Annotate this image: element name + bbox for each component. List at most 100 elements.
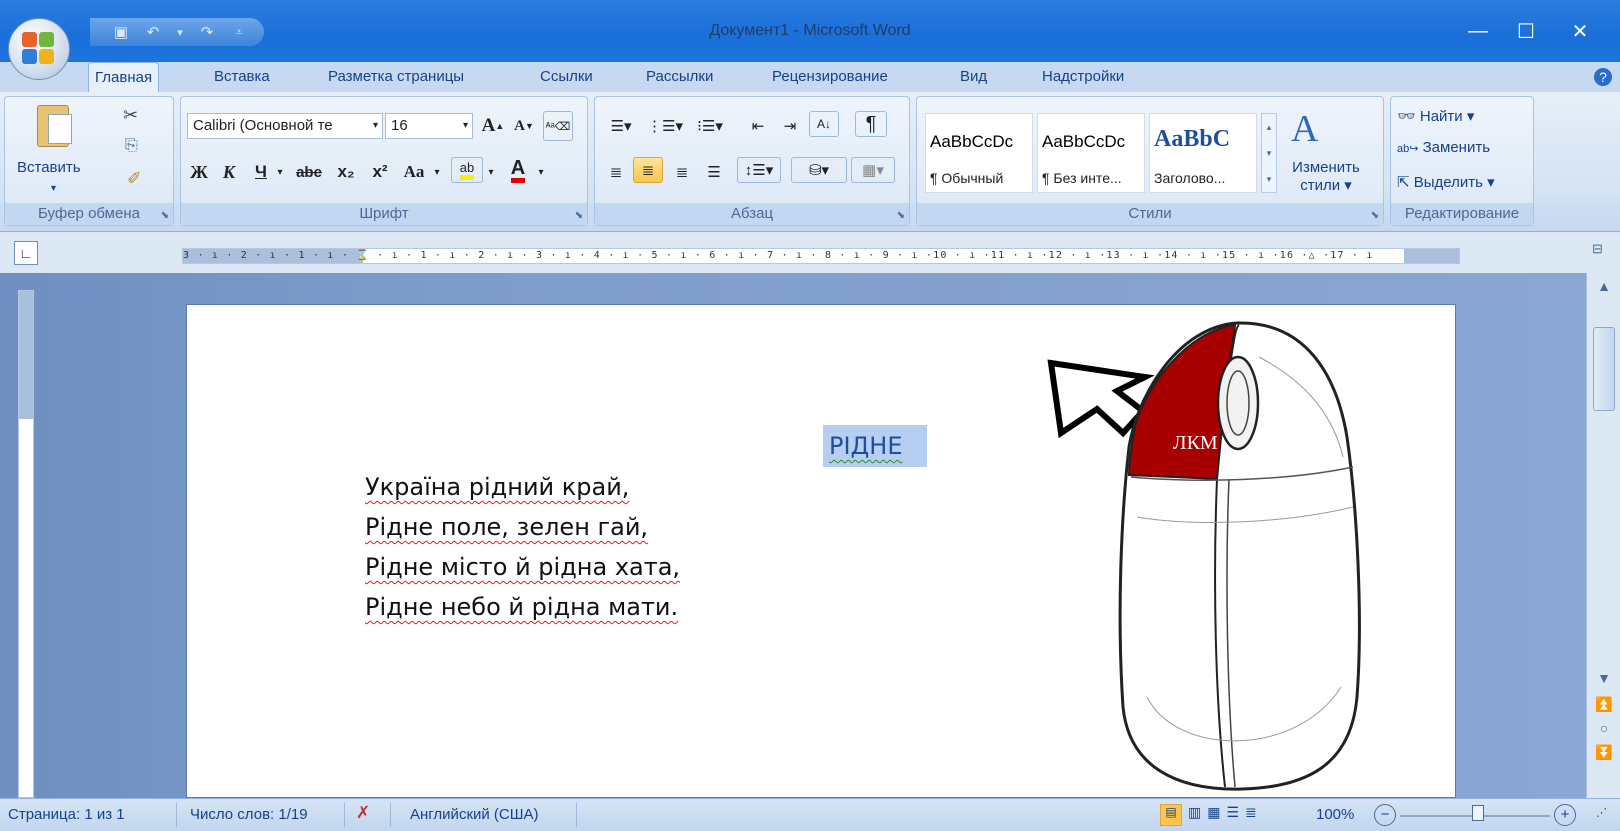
line-spacing-button[interactable]: ↕☰▾ [737, 157, 781, 183]
italic-button[interactable]: К [217, 159, 241, 185]
proofing-icon[interactable]: ✗ [356, 803, 370, 823]
select-button[interactable]: ⇱ Выделить ▾ [1397, 173, 1495, 191]
shading-button[interactable]: ⛁▾ [791, 157, 847, 183]
sort-button[interactable]: A↓ [809, 111, 839, 137]
superscript-button[interactable]: x² [365, 159, 395, 185]
help-icon[interactable]: ? [1588, 62, 1618, 92]
tab-mailings[interactable]: Рассылки [640, 62, 719, 92]
style-heading-1[interactable]: AaBbC Заголово... [1149, 113, 1257, 193]
poem-heading-selected[interactable]: РІДНЕ [823, 425, 927, 467]
tab-selector-button[interactable]: ∟ [14, 241, 38, 265]
tab-references[interactable]: Ссылки [534, 62, 599, 92]
paste-button[interactable]: Вставить ▾ [17, 105, 81, 197]
next-page-icon[interactable]: ⏬ [1591, 741, 1617, 763]
full-screen-reading-icon[interactable]: ▥ [1188, 804, 1201, 826]
dialog-launcher-icon[interactable]: ⬊ [575, 210, 583, 221]
poem-line[interactable]: Рідне поле, зелен гай, [365, 513, 648, 541]
bullets-button[interactable]: ☰▾ [601, 113, 641, 139]
font-size-combo[interactable]: 16 ▾ [385, 113, 473, 139]
style-normal[interactable]: AaBbCcDc ¶ Обычный [925, 113, 1033, 193]
chevron-down-icon: ▾ [462, 120, 468, 131]
borders-button[interactable]: ▦▾ [851, 157, 895, 183]
align-center-button[interactable]: ≣ [633, 157, 663, 183]
tab-view[interactable]: Вид [954, 62, 993, 92]
clear-formatting-button[interactable]: ᴬᵃ⌫ [543, 111, 573, 141]
decrease-indent-button[interactable]: ⇤ [743, 113, 773, 139]
poem-line[interactable]: Рідне місто й рідна хата, [365, 553, 680, 581]
change-styles-button[interactable]: Изменить стили ▾ [1281, 159, 1371, 195]
numbering-button[interactable]: ⋮☰▾ [645, 113, 685, 139]
language[interactable]: Английский (США) [410, 806, 539, 823]
highlight-button[interactable]: ab [451, 157, 483, 183]
draft-icon[interactable]: ≣ [1245, 804, 1257, 826]
document-page[interactable]: РІДНЕ Україна рідний край, Рідне поле, з… [186, 304, 1456, 798]
scroll-thumb[interactable] [1593, 327, 1615, 411]
zoom-level[interactable]: 100% [1316, 806, 1354, 823]
copy-icon[interactable]: ⎘ [125, 137, 138, 155]
scroll-down-icon[interactable]: ▼ [1591, 667, 1617, 689]
align-right-button[interactable]: ≣ [667, 159, 697, 185]
poem-line[interactable]: Рідне небо й рідна мати. [365, 593, 678, 621]
find-button[interactable]: 👓 Найти ▾ [1397, 107, 1474, 125]
align-left-button[interactable]: ≣ [601, 159, 631, 185]
shrink-font-button[interactable]: A ▼ [511, 113, 537, 139]
font-color-dropdown-icon[interactable]: ▾ [535, 159, 547, 185]
close-button[interactable]: ✕ [1560, 14, 1600, 48]
highlight-dropdown-icon[interactable]: ▾ [485, 159, 497, 185]
page-count[interactable]: Страница: 1 из 1 [8, 806, 125, 823]
tab-page-layout[interactable]: Разметка страницы [322, 62, 470, 92]
browse-object-icon[interactable]: ○ [1591, 717, 1617, 739]
change-styles-icon[interactable]: A [1291, 107, 1318, 151]
maximize-button[interactable]: ☐ [1506, 14, 1546, 48]
tab-addins[interactable]: Надстройки [1036, 62, 1130, 92]
chevron-down-icon[interactable]: ▾ [174, 21, 186, 43]
save-icon[interactable]: ▣ [110, 21, 132, 43]
style-no-spacing[interactable]: AaBbCcDc ¶ Без инте... [1037, 113, 1145, 193]
underline-button[interactable]: Ч [249, 159, 273, 185]
font-name-combo[interactable]: Calibri (Основной те ▾ [187, 113, 383, 139]
outline-icon[interactable]: ☰ [1226, 804, 1239, 826]
print-layout-icon[interactable]: ▤ [1160, 804, 1182, 826]
resize-grip-icon[interactable]: ⋰ [1596, 806, 1607, 819]
change-case-dropdown-icon[interactable]: ▾ [431, 159, 443, 185]
grow-font-button[interactable]: A ▲ [479, 113, 507, 139]
multilevel-list-button[interactable]: ⁝☰▾ [689, 113, 731, 139]
undo-icon[interactable]: ↶ [142, 21, 164, 43]
increase-indent-button[interactable]: ⇥ [775, 113, 805, 139]
dialog-launcher-icon[interactable]: ⬊ [1371, 210, 1379, 221]
web-layout-icon[interactable]: ▦ [1207, 804, 1220, 826]
zoom-slider-thumb[interactable] [1472, 805, 1484, 821]
office-button[interactable] [8, 18, 70, 80]
zoom-in-icon[interactable]: + [1554, 804, 1576, 826]
tab-insert[interactable]: Вставка [208, 62, 276, 92]
dialog-launcher-icon[interactable]: ⬊ [161, 210, 169, 221]
customize-qat-icon[interactable]: ⩡ [228, 21, 250, 43]
subscript-button[interactable]: x₂ [331, 159, 361, 185]
justify-button[interactable]: ☰ [699, 159, 729, 185]
zoom-out-icon[interactable]: − [1374, 804, 1396, 826]
view-ruler-icon[interactable]: ⊟ [1592, 241, 1603, 257]
format-painter-icon[interactable]: ✐ [127, 169, 141, 189]
word-count[interactable]: Число слов: 1/19 [190, 806, 308, 823]
strikethrough-button[interactable]: abe [291, 159, 327, 185]
minimize-button[interactable]: — [1458, 14, 1498, 48]
bold-button[interactable]: Ж [187, 159, 211, 185]
replace-button[interactable]: ab↪ Заменить [1397, 139, 1490, 156]
previous-page-icon[interactable]: ⏫ [1591, 693, 1617, 715]
vertical-scrollbar[interactable]: ▲ ▼ ⏫ ○ ⏬ [1586, 273, 1620, 798]
dialog-launcher-icon[interactable]: ⬊ [897, 210, 905, 221]
styles-scroll[interactable]: ▴ ▾ ▾ [1261, 113, 1277, 193]
underline-dropdown-icon[interactable]: ▾ [273, 159, 287, 185]
redo-icon[interactable]: ↷ [196, 21, 218, 43]
poem-line[interactable]: Україна рідний край, [365, 473, 629, 501]
font-color-icon: A [510, 158, 526, 183]
change-case-button[interactable]: Aa [399, 159, 429, 185]
vertical-ruler[interactable] [18, 290, 34, 798]
scroll-up-icon[interactable]: ▲ [1591, 275, 1617, 297]
cut-icon[interactable]: ✂ [123, 105, 138, 126]
horizontal-ruler[interactable]: 3 · ı · 2 · ı · 1 · ı · ⌛ · ı · 1 · ı · … [182, 248, 1460, 264]
tab-review[interactable]: Рецензирование [766, 62, 894, 92]
font-color-button[interactable]: A [503, 157, 533, 183]
show-marks-button[interactable]: ¶ [855, 111, 887, 137]
tab-home[interactable]: Главная [88, 62, 160, 93]
